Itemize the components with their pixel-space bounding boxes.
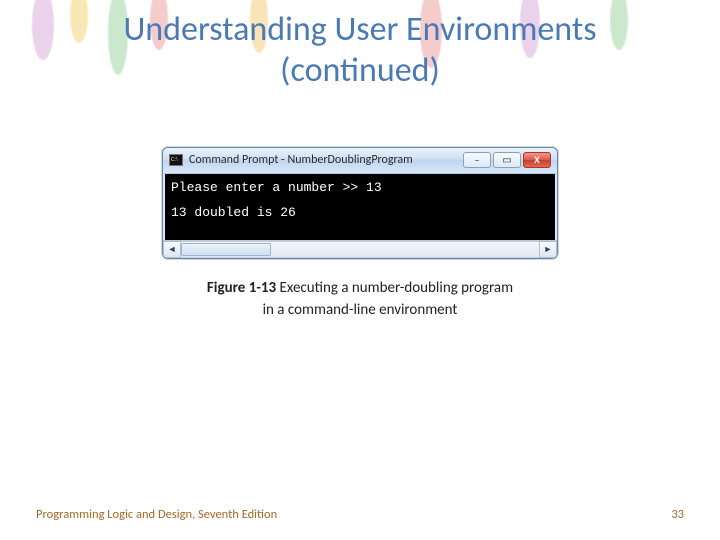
- maximize-button[interactable]: ▭: [493, 152, 521, 168]
- scroll-left-button[interactable]: ◄: [163, 241, 181, 258]
- window-buttons: – ▭ X: [463, 152, 551, 168]
- minimize-button[interactable]: –: [463, 152, 491, 168]
- figure-label: Figure 1-13: [207, 279, 276, 297]
- caption-text-1: Executing a number-doubling program: [276, 279, 513, 297]
- scroll-thumb[interactable]: [181, 243, 271, 256]
- console-output: Please enter a number >> 13 13 doubled i…: [163, 174, 557, 240]
- cmd-icon: [169, 154, 183, 166]
- caption-text-2: in a command-line environment: [263, 301, 458, 319]
- horizontal-scrollbar[interactable]: ◄ ►: [163, 240, 557, 258]
- window-title-text: Command Prompt - NumberDoublingProgram: [189, 153, 457, 167]
- minimize-icon: –: [475, 155, 480, 165]
- chevron-left-icon: ◄: [168, 244, 177, 255]
- maximize-icon: ▭: [502, 155, 511, 165]
- slide-title-line2: (continued): [280, 50, 440, 91]
- close-button[interactable]: X: [523, 152, 551, 168]
- scroll-track[interactable]: [181, 241, 539, 258]
- figure-area: Command Prompt - NumberDoublingProgram –…: [162, 147, 558, 322]
- scroll-right-button[interactable]: ►: [539, 241, 557, 258]
- slide-title: Understanding User Environments (continu…: [0, 0, 720, 92]
- chevron-right-icon: ►: [544, 244, 553, 255]
- slide-footer: Programming Logic and Design, Seventh Ed…: [36, 507, 684, 522]
- slide-title-line1: Understanding User Environments: [123, 9, 596, 50]
- footer-book-title: Programming Logic and Design, Seventh Ed…: [36, 507, 277, 522]
- close-icon: X: [534, 155, 540, 165]
- console-line-1: Please enter a number >> 13: [171, 180, 549, 195]
- console-line-2: 13 doubled is 26: [171, 205, 549, 220]
- window-titlebar: Command Prompt - NumberDoublingProgram –…: [163, 148, 557, 174]
- figure-caption: Figure 1-13 Executing a number-doubling …: [162, 277, 558, 322]
- page-number: 33: [671, 507, 684, 522]
- command-prompt-window: Command Prompt - NumberDoublingProgram –…: [162, 147, 558, 259]
